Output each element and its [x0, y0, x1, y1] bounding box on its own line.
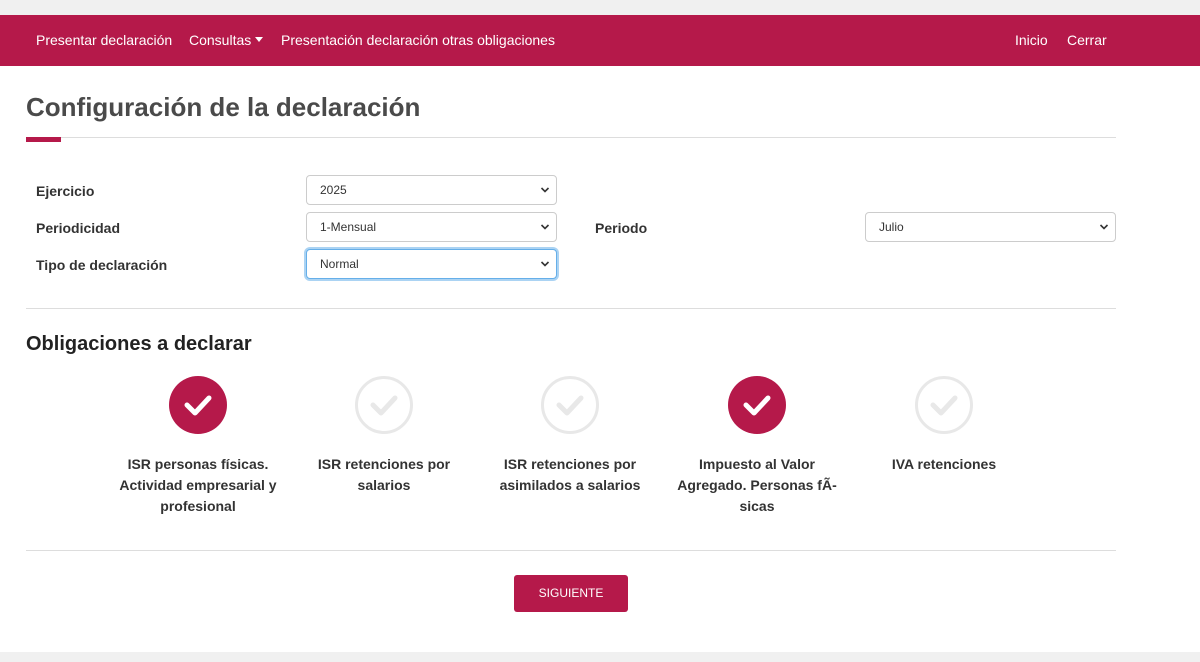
periodo-label: Periodo [595, 220, 648, 236]
ejercicio-value: 2025 [320, 183, 347, 197]
title-accent-bar [26, 137, 61, 142]
top-navbar: Presentar declaración Consultas Presenta… [0, 15, 1200, 66]
tipo-declaracion-label: Tipo de declaración [36, 257, 168, 273]
obligation-isr-personas-fisicas[interactable]: ISR personas físicas. Actividad empresar… [113, 376, 283, 517]
ejercicio-label: Ejercicio [36, 183, 95, 199]
obligation-isr-retenciones-asimilados[interactable]: ISR retenciones por asimilados a salario… [485, 376, 655, 496]
obligation-isr-retenciones-salarios[interactable]: ISR retenciones por salarios [299, 376, 469, 496]
obligation-iva-retenciones[interactable]: IVA retenciones [859, 376, 1029, 475]
obligation-toggle[interactable] [915, 376, 973, 434]
periodicidad-select[interactable]: 1-Mensual [306, 212, 557, 242]
nav-cerrar[interactable]: Cerrar [1067, 15, 1107, 66]
page-title: Configuración de la declaración [26, 92, 421, 122]
periodo-select[interactable]: Julio [865, 212, 1116, 242]
periodicidad-label: Periodicidad [36, 220, 121, 236]
check-icon [184, 395, 212, 416]
obligation-toggle[interactable] [541, 376, 599, 434]
check-icon [370, 395, 398, 416]
obligation-toggle[interactable] [355, 376, 413, 434]
form-divider [26, 308, 1116, 309]
ejercicio-select[interactable]: 2025 [306, 175, 557, 205]
check-icon [556, 395, 584, 416]
obligation-label: ISR retenciones por salarios [317, 456, 451, 493]
check-icon [930, 395, 958, 416]
obligation-toggle[interactable] [169, 376, 227, 434]
siguiente-button[interactable]: SIGUIENTE [514, 575, 628, 612]
periodo-value: Julio [879, 220, 904, 234]
title-divider [26, 137, 1116, 138]
tipo-declaracion-select[interactable]: Normal [306, 249, 557, 279]
obligation-label: IVA retenciones [891, 456, 997, 472]
obligation-iva-personas-fisicas[interactable]: Impuesto al Valor Agregado. Personas fÃ-… [672, 376, 842, 517]
caret-down-icon [255, 37, 264, 42]
chevron-down-icon [540, 187, 550, 193]
tipo-declaracion-value: Normal [320, 257, 359, 271]
obligations-divider [26, 550, 1116, 551]
obligaciones-title: Obligaciones a declarar [26, 333, 252, 355]
obligation-label: ISR retenciones por asimilados a salario… [499, 456, 641, 493]
obligation-label: ISR personas físicas. Actividad empresar… [119, 456, 277, 514]
nav-consultas-dropdown[interactable]: Consultas [189, 15, 264, 66]
nav-otras-obligaciones[interactable]: Presentación declaración otras obligacio… [281, 15, 555, 66]
obligation-label: Impuesto al Valor Agregado. Personas fÃ-… [677, 456, 837, 514]
periodicidad-value: 1-Mensual [320, 220, 377, 234]
obligation-toggle[interactable] [728, 376, 786, 434]
check-icon [743, 395, 771, 416]
footer-strip [0, 652, 1200, 662]
chevron-down-icon [1099, 224, 1109, 230]
nav-inicio[interactable]: Inicio [1015, 15, 1048, 66]
chevron-down-icon [540, 224, 550, 230]
nav-presentar-declaracion[interactable]: Presentar declaración [36, 15, 172, 66]
browser-top-strip [0, 0, 1200, 15]
nav-consultas-label: Consultas [189, 32, 252, 48]
chevron-down-icon [540, 261, 550, 267]
